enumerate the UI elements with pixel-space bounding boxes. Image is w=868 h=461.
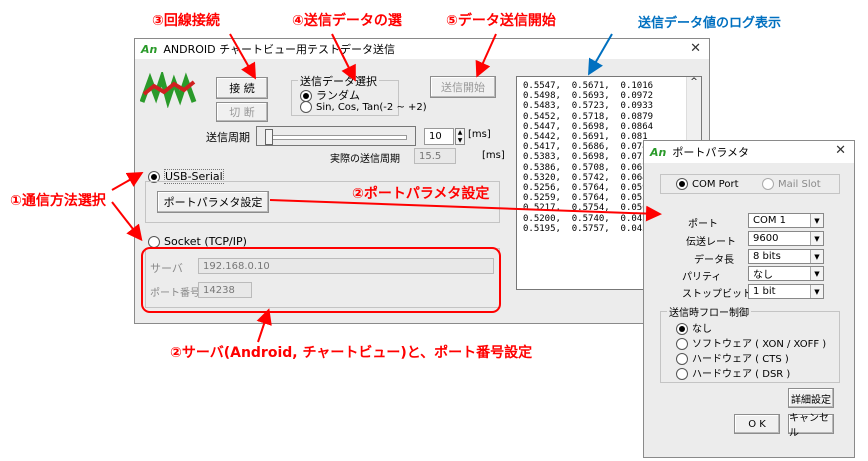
annotation-overlay	[111, 33, 662, 343]
annotation-log: 送信データ値のログ表示	[638, 16, 782, 31]
annotation-data-select: ④送信データの選	[292, 13, 402, 29]
annotation-connect: ③回線接続	[152, 13, 220, 29]
annotation-port-param: ②ポートパラメタ設定	[352, 186, 490, 202]
annotation-comm-method: ①通信方法選択	[10, 193, 106, 209]
annotation-send-start: ⑤データ送信開始	[446, 13, 556, 29]
server-port-highlight	[141, 247, 501, 313]
annotation-server-port: ②サーバ(Android, チャートビュー)と、ポート番号設定	[170, 345, 533, 361]
